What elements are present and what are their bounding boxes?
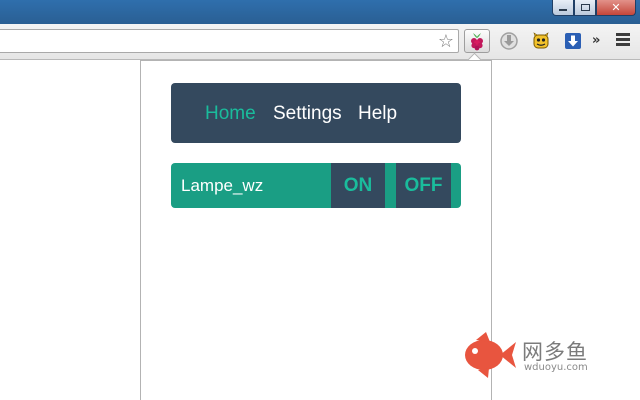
hamburger-menu-icon[interactable] <box>616 33 630 48</box>
extension-popup: Home Settings Help Lampe_wz ON OFF <box>140 60 492 400</box>
download-extension-button[interactable] <box>560 29 586 53</box>
device-on-button[interactable]: ON <box>331 163 385 208</box>
address-bar[interactable]: ☆ <box>0 29 459 53</box>
watermark-url: wduoyu.com <box>524 362 588 373</box>
nav-item-home[interactable]: Home <box>205 102 256 126</box>
device-row: Lampe_wz ON OFF <box>171 163 461 208</box>
minimize-icon <box>559 8 567 11</box>
window-controls: ✕ <box>552 0 636 16</box>
fish-logo-icon <box>465 332 516 378</box>
monster-icon <box>533 32 549 49</box>
close-icon: ✕ <box>611 1 621 14</box>
browser-toolbar: ☆ » <box>0 24 640 60</box>
bookmark-star-icon[interactable]: ☆ <box>438 31 454 51</box>
popup-navbar: Home Settings Help <box>171 83 461 143</box>
raspberry-extension-button[interactable] <box>464 29 490 53</box>
maximize-button[interactable] <box>574 0 596 16</box>
nav-item-settings[interactable]: Settings <box>273 102 342 126</box>
minimize-button[interactable] <box>552 0 574 16</box>
raspberry-icon <box>471 33 483 51</box>
title-bar: ✕ <box>0 0 640 24</box>
nav-item-help[interactable]: Help <box>358 102 397 126</box>
close-button[interactable]: ✕ <box>596 0 636 16</box>
maximize-icon <box>580 4 590 11</box>
device-off-button[interactable]: OFF <box>396 163 451 208</box>
gray-extension-button[interactable] <box>496 29 522 53</box>
device-name: Lampe_wz <box>181 176 264 195</box>
extensions-overflow-icon[interactable]: » <box>592 33 600 48</box>
download-circle-icon <box>500 32 518 50</box>
monster-extension-button[interactable] <box>528 29 554 53</box>
watermark: 网多鱼 wduoyu.com <box>462 330 602 380</box>
download-arrow-icon <box>565 33 581 49</box>
browser-window: ✕ ☆ » Home Settings Help Lampe_wz ON OFF… <box>0 0 640 400</box>
